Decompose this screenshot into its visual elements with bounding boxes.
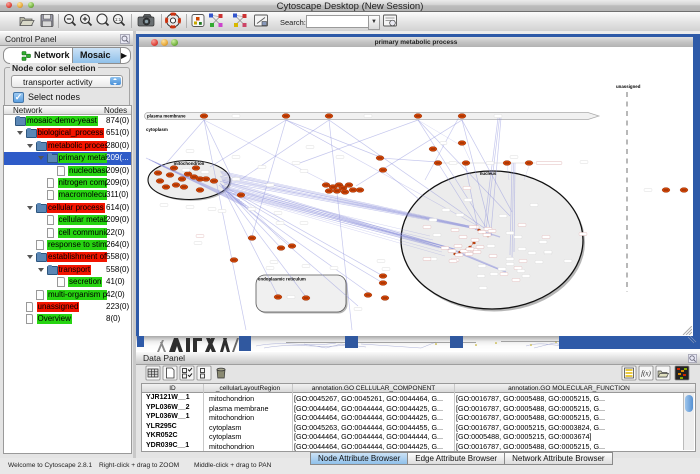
svg-text:f(x): f(x) — [641, 370, 651, 378]
svg-text:nucleus: nucleus — [480, 171, 497, 176]
svg-text:unassigned: unassigned — [616, 84, 641, 89]
svg-text:plasma membrane: plasma membrane — [147, 114, 186, 119]
svg-text:1:1: 1:1 — [115, 17, 122, 22]
svg-text:mitochondrion: mitochondrion — [174, 161, 205, 166]
svg-text:cytoplasm: cytoplasm — [146, 127, 168, 132]
svg-text:endoplasmic reticulum: endoplasmic reticulum — [258, 277, 306, 282]
